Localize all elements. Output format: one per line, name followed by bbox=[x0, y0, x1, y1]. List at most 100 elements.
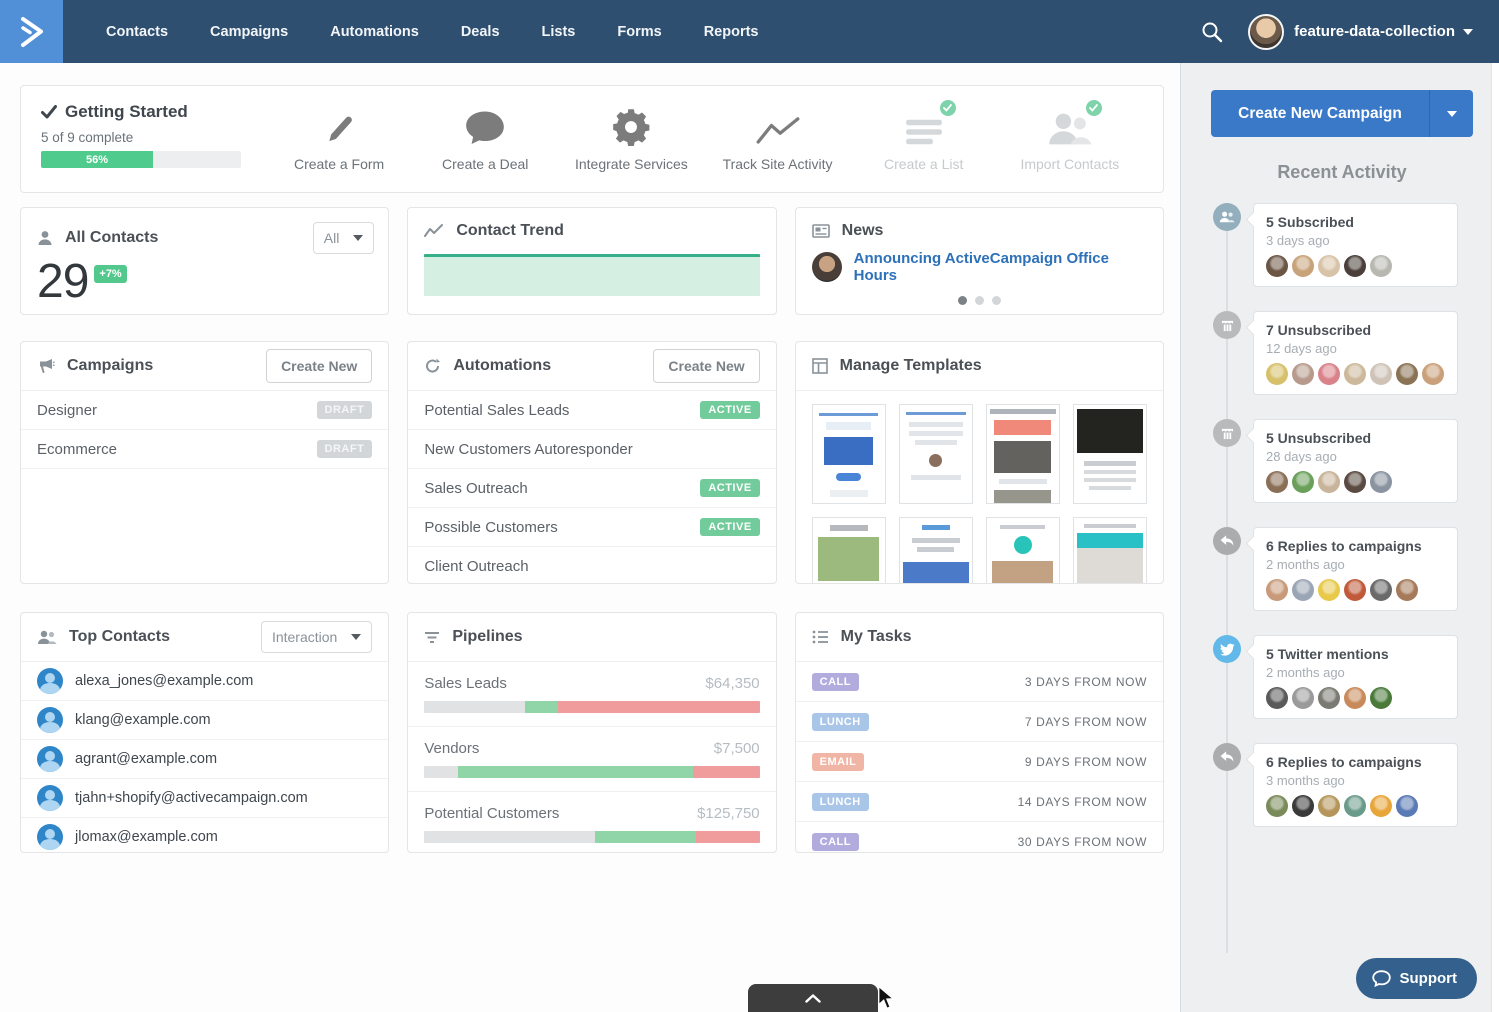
carousel-dot-3[interactable] bbox=[992, 296, 1001, 305]
template-block bbox=[911, 475, 961, 480]
portfolio-template[interactable] bbox=[812, 517, 886, 584]
nav-item-contacts[interactable]: Contacts bbox=[85, 0, 189, 63]
undercover-article-template[interactable] bbox=[1073, 404, 1147, 504]
activity-avatar bbox=[1292, 363, 1314, 385]
activity-card[interactable]: 6 Replies to campaigns3 months ago bbox=[1253, 743, 1458, 827]
campaign-row[interactable]: EcommerceDRAFT bbox=[21, 430, 388, 469]
automation-row[interactable]: Client Outreach bbox=[408, 547, 775, 584]
activity-title: 6 Replies to campaigns bbox=[1266, 538, 1445, 554]
person-icon bbox=[37, 230, 53, 246]
top-contact-row[interactable]: klang@example.com bbox=[21, 701, 388, 740]
automation-row[interactable]: Potential Sales LeadsACTIVE bbox=[408, 391, 775, 430]
template-block bbox=[999, 479, 1047, 484]
activity-avatar bbox=[1318, 363, 1340, 385]
mobile-app-announcement-template[interactable] bbox=[986, 517, 1060, 584]
top-contact-row[interactable]: tjahn+shopify@activecampaign.com bbox=[21, 779, 388, 818]
unsubscribed-icon bbox=[1213, 419, 1241, 447]
activity-avatars bbox=[1266, 687, 1445, 709]
activity-avatar bbox=[1292, 687, 1314, 709]
completed-check-badge bbox=[940, 100, 956, 116]
activity-item-2: 7 Unsubscribed12 days ago bbox=[1211, 311, 1499, 395]
task-row[interactable]: CALL3 DAYS FROM NOW bbox=[796, 662, 1163, 702]
activity-avatar bbox=[1396, 363, 1418, 385]
contact-email: tjahn+shopify@activecampaign.com bbox=[75, 790, 308, 806]
plain-letter-template[interactable] bbox=[899, 404, 973, 504]
activity-card[interactable]: 7 Unsubscribed12 days ago bbox=[1253, 311, 1458, 395]
getting-started-step-5[interactable]: Create a List bbox=[860, 106, 988, 172]
search-icon bbox=[1201, 21, 1223, 43]
nav-item-lists[interactable]: Lists bbox=[521, 0, 597, 63]
task-row[interactable]: LUNCH14 DAYS FROM NOW bbox=[796, 782, 1163, 822]
activity-title: 5 Twitter mentions bbox=[1266, 646, 1445, 662]
pipeline-value: $125,750 bbox=[697, 805, 760, 822]
daily-routine-template[interactable] bbox=[986, 404, 1060, 504]
nav-item-automations[interactable]: Automations bbox=[309, 0, 440, 63]
task-due-date: 14 DAYS FROM NOW bbox=[869, 795, 1147, 809]
activity-time: 28 days ago bbox=[1266, 449, 1445, 464]
pipeline-row[interactable]: Sales Leads$64,350 bbox=[408, 662, 775, 727]
activity-card[interactable]: 5 Unsubscribed28 days ago bbox=[1253, 419, 1458, 503]
task-row[interactable]: EMAIL9 DAYS FROM NOW bbox=[796, 742, 1163, 782]
activity-card[interactable]: 5 Twitter mentions2 months ago bbox=[1253, 635, 1458, 719]
template-block bbox=[1077, 533, 1143, 548]
task-row[interactable]: LUNCH7 DAYS FROM NOW bbox=[796, 702, 1163, 742]
top-contact-row[interactable]: alexa_jones@example.com bbox=[21, 662, 388, 701]
template-block bbox=[906, 412, 965, 415]
getting-started-step-1[interactable]: Create a Form bbox=[275, 106, 403, 172]
getting-started-step-2[interactable]: Create a Deal bbox=[421, 106, 549, 172]
card-title: My Tasks bbox=[841, 628, 1147, 646]
create-campaign-dropdown-toggle[interactable] bbox=[1429, 90, 1473, 137]
news-headline-link[interactable]: Announcing ActiveCampaign Office Hours bbox=[854, 250, 1147, 284]
create-new-campaign-button[interactable]: Create New Campaign bbox=[1211, 90, 1473, 137]
carousel-dot-2[interactable] bbox=[975, 296, 984, 305]
activity-sidebar: Create New Campaign Recent Activity 5 Su… bbox=[1180, 63, 1499, 1012]
automation-row[interactable]: Possible CustomersACTIVE bbox=[408, 508, 775, 547]
campaign-row[interactable]: DesignerDRAFT bbox=[21, 391, 388, 430]
task-row[interactable]: CALL30 DAYS FROM NOW bbox=[796, 822, 1163, 853]
pipeline-bar-segment bbox=[595, 831, 696, 843]
reply-icon bbox=[1213, 743, 1241, 771]
activecampaign-logo[interactable] bbox=[0, 0, 63, 63]
user-avatar[interactable] bbox=[1248, 14, 1284, 50]
activity-title: 5 Subscribed bbox=[1266, 214, 1445, 230]
template-block bbox=[826, 422, 871, 430]
activity-avatar bbox=[1344, 471, 1366, 493]
top-contacts-sort-select[interactable]: Interaction bbox=[261, 621, 372, 653]
mouse-cursor bbox=[877, 986, 895, 1012]
template-block bbox=[1084, 461, 1137, 466]
automation-row[interactable]: Sales OutreachACTIVE bbox=[408, 469, 775, 508]
getting-started-step-6[interactable]: Import Contacts bbox=[1006, 106, 1134, 172]
top-contact-row[interactable]: agrant@example.com bbox=[21, 740, 388, 779]
mobile-experience-template[interactable] bbox=[812, 404, 886, 504]
create-automation-button[interactable]: Create New bbox=[653, 349, 759, 383]
search-button[interactable] bbox=[1190, 21, 1234, 43]
automation-row[interactable]: New Customers Autoresponder bbox=[408, 430, 775, 469]
pipeline-row[interactable]: Potential Customers$125,750 bbox=[408, 792, 775, 853]
activity-card[interactable]: 5 Subscribed3 days ago bbox=[1253, 203, 1458, 287]
getting-started-step-3[interactable]: Integrate Services bbox=[567, 106, 695, 172]
kids-ideas-template[interactable] bbox=[899, 517, 973, 584]
interior-newsletter-template[interactable] bbox=[1073, 517, 1147, 584]
nav-item-forms[interactable]: Forms bbox=[596, 0, 682, 63]
nav-item-campaigns[interactable]: Campaigns bbox=[189, 0, 309, 63]
activity-avatar bbox=[1344, 255, 1366, 277]
top-contact-row[interactable]: jlomax@example.com bbox=[21, 818, 388, 853]
activity-avatar bbox=[1266, 363, 1288, 385]
activity-card[interactable]: 6 Replies to campaigns2 months ago bbox=[1253, 527, 1458, 611]
getting-started-step-4[interactable]: Track Site Activity bbox=[714, 106, 842, 172]
template-block bbox=[1084, 478, 1137, 482]
activity-item-5: 5 Twitter mentions2 months ago bbox=[1211, 635, 1499, 719]
automation-row-name: Possible Customers bbox=[424, 519, 700, 536]
carousel-dot-1[interactable] bbox=[958, 296, 967, 305]
create-campaign-button[interactable]: Create New bbox=[266, 349, 372, 383]
account-menu[interactable]: feature-data-collection bbox=[1294, 23, 1473, 40]
expand-panel-tab[interactable] bbox=[748, 984, 878, 1012]
nav-item-reports[interactable]: Reports bbox=[683, 0, 780, 63]
task-due-date: 3 DAYS FROM NOW bbox=[859, 675, 1147, 689]
template-block bbox=[992, 561, 1053, 584]
pipeline-row[interactable]: Vendors$7,500 bbox=[408, 727, 775, 792]
contacts-filter-select[interactable]: All bbox=[313, 222, 375, 254]
support-button[interactable]: Support bbox=[1356, 958, 1478, 999]
template-block bbox=[830, 525, 868, 531]
nav-item-deals[interactable]: Deals bbox=[440, 0, 521, 63]
